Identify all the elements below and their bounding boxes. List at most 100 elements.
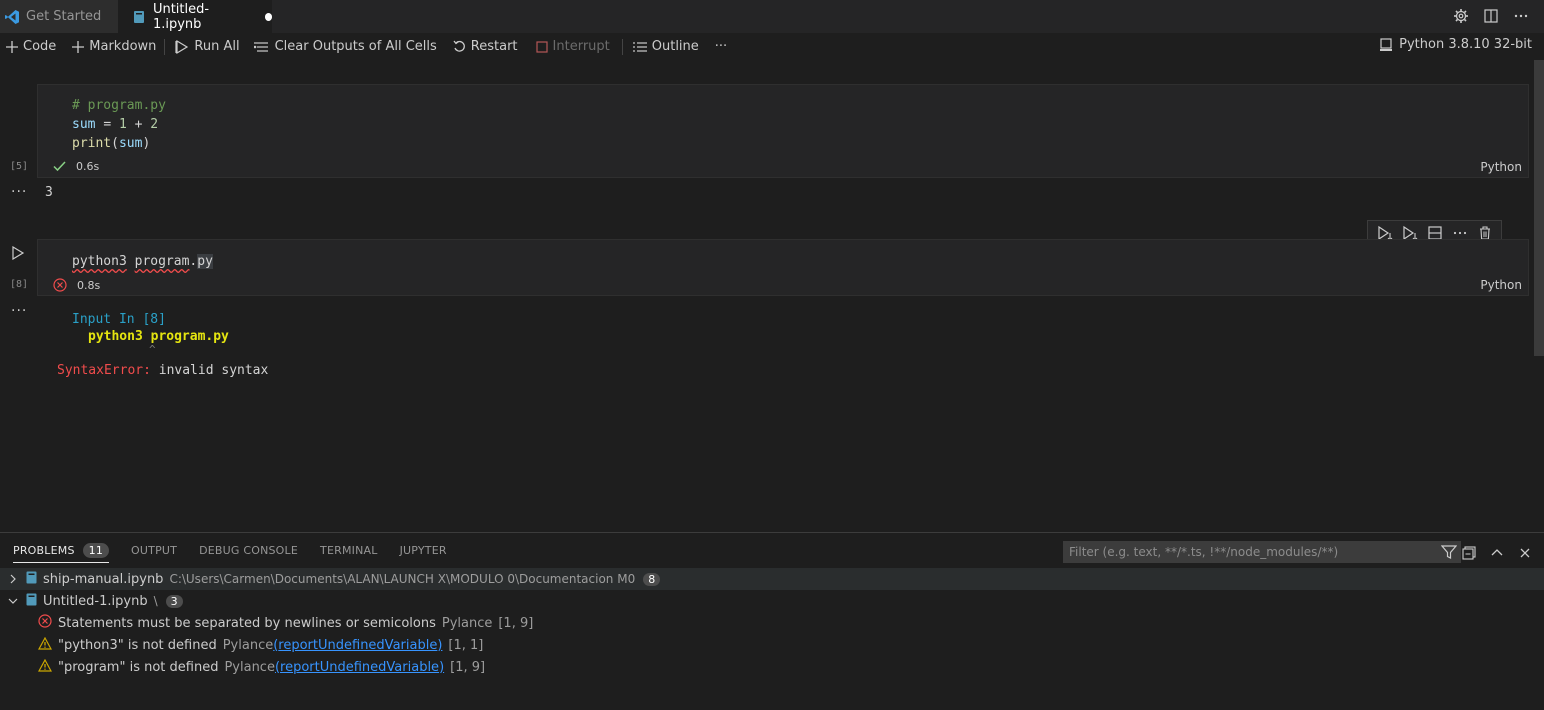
tab-problems[interactable]: PROBLEMS 11 xyxy=(13,543,110,563)
notebook-toolbar: Code Markdown Run All Clear Outputs of A… xyxy=(0,33,1544,60)
problem-item[interactable]: "program" is not defined Pylance (reportU… xyxy=(0,656,1544,678)
problems-filter xyxy=(1063,541,1461,563)
check-icon xyxy=(53,161,66,172)
toolbar-more-button[interactable]: ··· xyxy=(711,36,731,58)
tab-get-started[interactable]: Get Started xyxy=(0,0,118,33)
code-token: py xyxy=(197,254,213,269)
problem-position: [1, 9] xyxy=(498,615,534,631)
tab-output[interactable]: OUTPUT xyxy=(131,544,177,562)
kernel-picker[interactable]: Python 3.8.10 32-bit xyxy=(1379,37,1532,52)
problem-file-row[interactable]: Untitled-1.ipynb \ 3 xyxy=(0,590,1544,612)
clear-outputs-button[interactable]: Clear Outputs of All Cells xyxy=(250,36,441,58)
clear-all-icon xyxy=(253,41,268,52)
split-editor-icon[interactable] xyxy=(1482,7,1500,25)
problem-file-name: Untitled-1.ipynb xyxy=(43,593,148,609)
execution-count: [5] xyxy=(10,161,29,172)
panel-tabs: PROBLEMS 11 OUTPUT DEBUG CONSOLE TERMINA… xyxy=(13,543,447,563)
run-all-icon xyxy=(175,39,189,54)
tab-jupyter[interactable]: JUPYTER xyxy=(400,544,447,562)
chevron-up-icon[interactable] xyxy=(1488,544,1506,562)
tab-terminal[interactable]: TERMINAL xyxy=(320,544,378,562)
more-actions-icon[interactable] xyxy=(1512,7,1530,25)
bottom-panel: PROBLEMS 11 OUTPUT DEBUG CONSOLE TERMINA… xyxy=(0,532,1544,710)
notebook-scrollbar[interactable] xyxy=(1534,60,1544,356)
chevron-right-icon[interactable] xyxy=(6,574,20,584)
list-icon xyxy=(632,41,647,52)
tab-untitled-notebook[interactable]: Untitled-1.ipynb xyxy=(118,0,272,33)
play-icon xyxy=(12,245,25,261)
problem-count-badge: 3 xyxy=(165,594,183,608)
add-code-cell-button[interactable]: Code xyxy=(2,36,60,58)
restart-button[interactable]: Restart xyxy=(449,36,522,58)
problem-item[interactable]: Statements must be separated by newlines… xyxy=(0,612,1544,634)
editor-tab-bar: Get Started Untitled-1.ipynb xyxy=(0,0,1544,33)
warning-icon xyxy=(37,658,53,676)
error-text: invalid syntax xyxy=(158,363,269,378)
toolbar-separator xyxy=(164,38,166,55)
stop-icon xyxy=(535,40,548,53)
output-more-icon[interactable]: ··· xyxy=(11,184,27,200)
problem-item[interactable]: "python3" is not defined Pylance (reportU… xyxy=(0,634,1544,656)
notebook-file-icon xyxy=(132,9,147,25)
gear-icon[interactable] xyxy=(1452,7,1470,25)
error-icon xyxy=(53,278,67,292)
error-caret: ^ xyxy=(149,343,156,356)
problem-file-path: \ xyxy=(153,594,158,608)
tab-debug-console[interactable]: DEBUG CONSOLE xyxy=(199,544,298,562)
code-token: python3 xyxy=(72,254,127,269)
cell-output: 3 xyxy=(45,185,53,200)
filter-icon[interactable] xyxy=(1440,544,1458,563)
collapse-all-icon[interactable] xyxy=(1460,544,1478,562)
notebook-file-icon xyxy=(26,593,37,610)
problem-message: "python3" is not defined xyxy=(58,637,217,653)
toolbar-separator xyxy=(621,38,623,55)
problem-file-name: ship-manual.ipynb xyxy=(43,571,164,587)
cell-duration: 0.6s xyxy=(76,160,100,173)
server-icon xyxy=(1380,37,1393,51)
problem-count-badge: 8 xyxy=(643,572,661,586)
interrupt-button[interactable]: Interrupt xyxy=(532,36,614,58)
outline-button[interactable]: Outline xyxy=(629,36,703,58)
code-cell[interactable]: # program.py sum = 1 + 2 print(sum) 0.6s… xyxy=(37,84,1529,178)
filter-input[interactable] xyxy=(1069,545,1429,559)
cell-language[interactable]: Python xyxy=(1480,160,1522,174)
error-line: python3 program.py xyxy=(88,329,229,344)
cell-language[interactable]: Python xyxy=(1480,278,1522,292)
error-message: SyntaxError: invalid syntax xyxy=(57,363,268,378)
run-cell-button[interactable] xyxy=(11,245,25,264)
output-more-icon[interactable]: ··· xyxy=(11,303,27,319)
notebook-editor: # program.py sum = 1 + 2 print(sum) 0.6s… xyxy=(0,60,1544,532)
problem-message: "program" is not defined xyxy=(58,659,219,675)
error-icon xyxy=(38,614,52,632)
unsaved-dot-icon[interactable] xyxy=(264,12,272,21)
vscode-logo-icon xyxy=(4,9,20,25)
code-cell[interactable]: python3 program.py 0.8s Python xyxy=(37,239,1529,296)
chevron-down-icon[interactable] xyxy=(6,597,20,605)
problem-rule-link[interactable]: (reportUndefinedVariable) xyxy=(275,660,444,675)
problem-rule-link[interactable]: (reportUndefinedVariable) xyxy=(273,638,442,653)
error-name: SyntaxError: xyxy=(57,363,151,378)
cell-editor[interactable]: # program.py sum = 1 + 2 print(sum) xyxy=(38,85,1528,153)
problem-message: Statements must be separated by newlines… xyxy=(58,615,436,631)
code-token: program xyxy=(134,254,190,269)
tab-label: Untitled-1.ipynb xyxy=(152,1,210,32)
cell-editor[interactable]: python3 program.py xyxy=(38,240,1528,271)
error-header: Input In [8] xyxy=(72,312,166,327)
run-all-button[interactable]: Run All xyxy=(171,36,243,58)
problem-position: [1, 1] xyxy=(448,637,484,653)
editor-actions xyxy=(1452,7,1530,25)
add-markdown-cell-button[interactable]: Markdown xyxy=(68,36,160,58)
cell-status: 0.8s xyxy=(53,278,100,292)
close-icon[interactable] xyxy=(1516,544,1534,562)
problem-source: Pylance xyxy=(222,637,274,653)
cell-status: 0.6s xyxy=(53,160,99,173)
problem-source: Pylance xyxy=(441,615,493,631)
problem-file-row[interactable]: ship-manual.ipynb C:\Users\Carmen\Docume… xyxy=(0,568,1544,590)
plus-icon xyxy=(6,40,18,53)
restart-icon xyxy=(453,40,465,52)
execution-count: [8] xyxy=(10,279,29,290)
panel-actions xyxy=(1460,544,1534,562)
plus-icon xyxy=(72,40,85,53)
problem-position: [1, 9] xyxy=(450,659,486,675)
tab-label: Get Started xyxy=(26,9,102,24)
